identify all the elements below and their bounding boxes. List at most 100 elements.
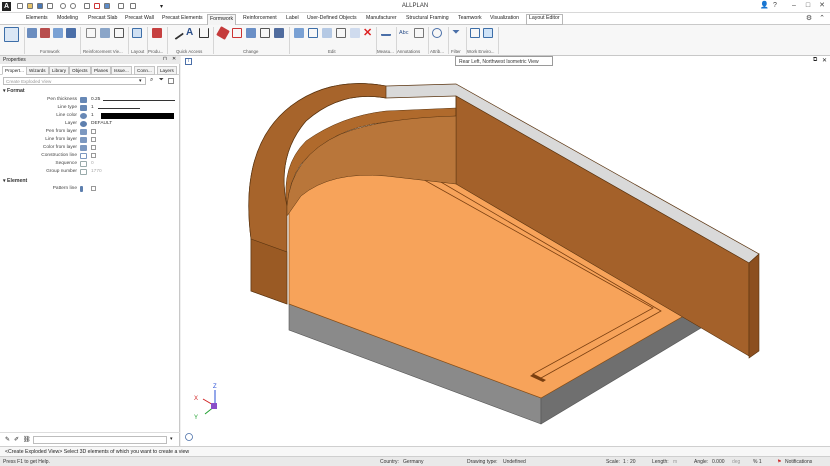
settings-icon[interactable]: ⚙ [805, 15, 813, 23]
tab-objects[interactable]: Objects [69, 66, 91, 75]
tab-issue[interactable]: Issue... [111, 66, 132, 75]
change-2-icon[interactable] [232, 28, 242, 38]
tab-structural-framing[interactable]: Structural Framing [404, 15, 451, 21]
format-section-header[interactable]: ▾ Format [3, 88, 25, 94]
scale-value[interactable]: 1 : 20 [623, 459, 636, 465]
minimize-icon[interactable]: – [790, 2, 798, 10]
reinf-view-2-icon[interactable] [100, 28, 110, 38]
pen-from-layer-checkbox[interactable] [91, 129, 96, 134]
change-3-icon[interactable] [246, 28, 256, 38]
pattern-line-checkbox[interactable] [91, 186, 96, 191]
formwork-tool-1-icon[interactable] [27, 28, 37, 38]
tab-elements[interactable]: Elements [24, 15, 50, 21]
angle-value[interactable]: 0.000 [712, 459, 725, 465]
formwork-tool-2-icon[interactable] [40, 28, 50, 38]
construction-line-checkbox[interactable] [91, 153, 96, 158]
line-color-value[interactable]: 1 [91, 113, 94, 118]
tab-connections[interactable]: Conn... [134, 66, 155, 75]
notifications-button[interactable]: Notifications [785, 459, 812, 465]
filter-icon[interactable]: ⏷ [159, 77, 164, 84]
link-icon[interactable]: ⛓ [23, 436, 31, 443]
angle-unit[interactable]: deg [732, 459, 740, 465]
percent-value[interactable]: % 1 [753, 459, 762, 465]
change-4-icon[interactable] [260, 28, 270, 38]
tab-visualization[interactable]: Visualization [488, 15, 521, 21]
dropdown-icon[interactable]: ▾ [139, 78, 142, 84]
layer-value[interactable]: DEFAULT [91, 121, 112, 126]
model-3d[interactable]: Z X Y [181, 56, 830, 446]
user-icon[interactable]: 👤 [760, 2, 769, 10]
tab-layout-editor[interactable]: Layout Editor [526, 14, 563, 25]
measure-icon[interactable] [381, 28, 391, 36]
annotation-text-icon[interactable]: Abc [399, 28, 409, 38]
formwork-tool-3-icon[interactable] [53, 28, 63, 38]
tab-label[interactable]: Label [284, 15, 301, 21]
format-painter-icon[interactable]: ✐ [14, 436, 19, 443]
tab-reinforcement[interactable]: Reinforcement [241, 15, 279, 21]
edit-copy-icon[interactable] [294, 28, 304, 38]
country-value[interactable]: Germany [403, 459, 424, 465]
line-type-icon[interactable] [80, 105, 87, 111]
brush-icon[interactable]: ✎ [5, 436, 10, 443]
group-number-value[interactable]: 1770 [91, 169, 102, 174]
search-icon[interactable]: ⌕ [150, 77, 153, 84]
tab-precast-wall[interactable]: Precast Wall [123, 15, 156, 21]
reinf-view-1-icon[interactable] [86, 28, 96, 38]
close-icon[interactable]: ✕ [818, 2, 826, 10]
line-from-layer-checkbox[interactable] [91, 137, 96, 142]
sort-icon[interactable] [168, 78, 174, 84]
tab-precast-elements[interactable]: Precast Elements [160, 15, 205, 21]
pin-icon[interactable]: ⊓ [163, 56, 167, 62]
edit-mirror-icon[interactable] [336, 28, 346, 38]
attributes-icon[interactable] [432, 28, 442, 38]
reinf-view-3-icon[interactable] [114, 28, 124, 38]
tab-properties[interactable]: Propert... [2, 66, 27, 75]
palette-input[interactable] [33, 436, 167, 444]
tab-teamwork[interactable]: Teamwork [456, 15, 484, 21]
dimension-icon[interactable] [199, 28, 209, 38]
pen-thickness-value[interactable]: 0.25 [91, 97, 100, 102]
layer-icon[interactable] [80, 121, 87, 127]
tab-formwork[interactable]: Formwork [207, 14, 237, 25]
wall-formwork-icon[interactable] [4, 27, 19, 42]
tab-wizards[interactable]: Wizards [26, 66, 49, 75]
line-type-value[interactable]: 1 [91, 105, 94, 110]
tab-planes[interactable]: Planes [91, 66, 112, 75]
annotation-label-icon[interactable] [414, 28, 424, 38]
notifications-icon[interactable]: ⚑ [777, 459, 781, 465]
edit-stretch-icon[interactable] [350, 28, 360, 38]
filter-icon[interactable]: ⏷ [452, 28, 462, 38]
view-cube-icon[interactable] [185, 433, 193, 441]
delete-icon[interactable]: ✕ [363, 28, 373, 39]
function-select[interactable]: Create Exploded View [3, 77, 146, 85]
change-1-icon[interactable] [216, 26, 230, 40]
isometric-view-icon[interactable] [483, 28, 493, 38]
3d-viewport[interactable]: i ⧉ ✕ Z X Y [181, 56, 830, 446]
change-5-icon[interactable] [274, 28, 284, 38]
help-icon[interactable]: ? [771, 2, 779, 10]
sequence-value[interactable]: 0 [91, 161, 94, 166]
tab-layers[interactable]: Layers [157, 66, 177, 75]
tab-library[interactable]: Library [49, 66, 70, 75]
close-icon[interactable]: ✕ [172, 56, 176, 62]
edit-rotate-icon[interactable] [322, 28, 332, 38]
length-unit[interactable]: m [673, 459, 677, 465]
product-icon[interactable] [152, 28, 162, 38]
drawing-type-value[interactable]: Undefined [503, 459, 526, 465]
dropdown-icon[interactable]: ▾ [170, 436, 173, 442]
work-env-1-icon[interactable] [470, 28, 480, 38]
line-color-icon[interactable] [80, 113, 87, 119]
element-section-header[interactable]: ▾ Element [3, 178, 27, 184]
layout-icon[interactable] [132, 28, 142, 38]
line-icon[interactable] [170, 26, 184, 40]
tab-manufacturer[interactable]: Manufacturer [364, 15, 399, 21]
maximize-icon[interactable]: □ [804, 2, 812, 10]
tab-precast-slab[interactable]: Precast Slab [86, 15, 119, 21]
edit-move-icon[interactable] [308, 28, 318, 38]
text-icon[interactable]: A [186, 28, 196, 38]
color-from-layer-checkbox[interactable] [91, 145, 96, 150]
tab-modeling[interactable]: Modeling [55, 15, 80, 21]
tab-user-defined-objects[interactable]: User-Defined Objects [305, 15, 359, 21]
formwork-tool-4-icon[interactable] [66, 28, 76, 38]
pen-thickness-icon[interactable] [80, 97, 87, 103]
